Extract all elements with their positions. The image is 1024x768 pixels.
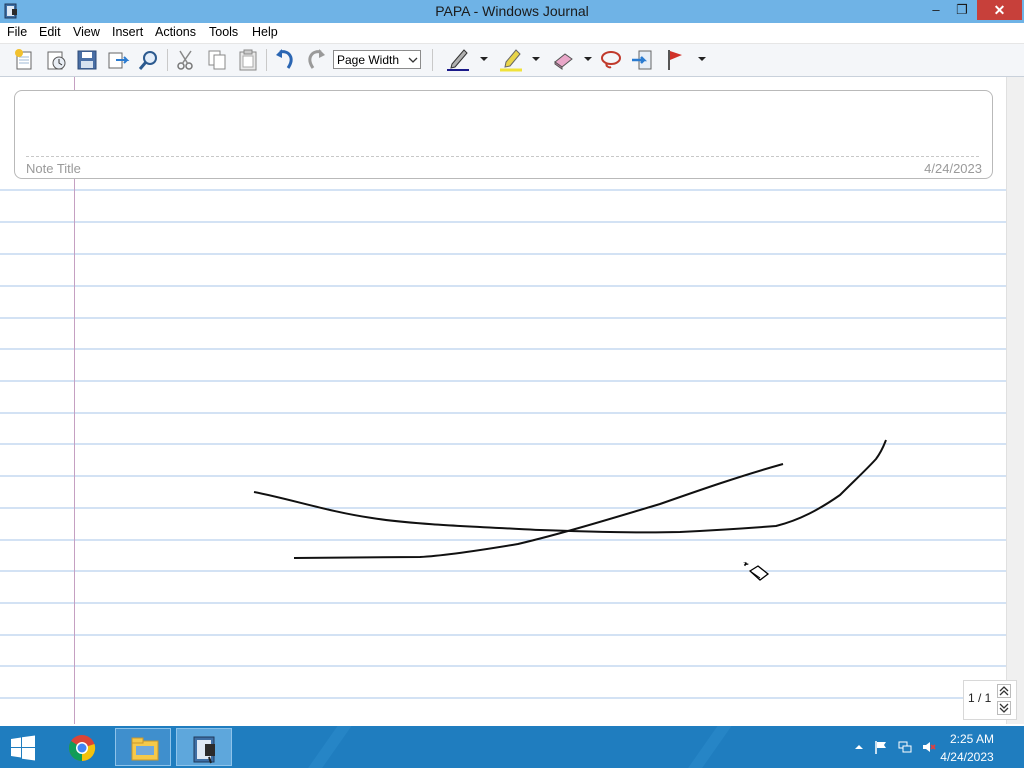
flag-icon[interactable] [664, 48, 688, 72]
highlighter-dropdown-icon[interactable] [531, 54, 541, 64]
note-canvas[interactable]: Note Title 4/24/2023 [0, 77, 1006, 724]
menu-bar: File Edit View Insert Actions Tools Help [0, 23, 1024, 44]
show-hidden-icons-icon[interactable] [852, 740, 866, 754]
taskbar: 2:25 AM 4/24/2023 [0, 726, 1024, 768]
ink-layer [253, 439, 887, 559]
window-title: PAPA - Windows Journal [435, 3, 589, 19]
send-icon[interactable] [106, 48, 130, 72]
new-note-icon[interactable] [12, 48, 36, 72]
title-bar: PAPA - Windows Journal – ❐ ✕ [0, 0, 1024, 23]
taskbar-decoration [295, 726, 359, 768]
chevron-down-icon [408, 57, 418, 63]
toolbar-separator [432, 49, 433, 71]
insert-space-icon[interactable] [630, 48, 654, 72]
menu-actions[interactable]: Actions [155, 25, 196, 39]
close-button[interactable]: ✕ [977, 0, 1022, 20]
taskbar-windows-journal[interactable] [176, 728, 232, 766]
page-navigator: 1 / 1 [963, 680, 1017, 720]
toolbar-separator [167, 49, 168, 71]
page-number: 1 / 1 [968, 691, 992, 705]
restore-button[interactable]: ❐ [948, 0, 976, 21]
clock-time[interactable]: 2:25 AM [942, 732, 1002, 746]
taskbar-file-explorer[interactable] [115, 728, 171, 766]
action-center-flag-icon[interactable] [874, 740, 888, 754]
file-explorer-icon [131, 737, 159, 761]
zoom-select[interactable]: Page Width [333, 50, 421, 69]
menu-insert[interactable]: Insert [112, 25, 143, 39]
menu-help[interactable]: Help [252, 25, 278, 39]
page-down-icon[interactable] [997, 701, 1011, 715]
ink-stroke[interactable] [293, 463, 784, 559]
paste-icon[interactable] [236, 48, 260, 72]
menu-view[interactable]: View [73, 25, 100, 39]
eraser-dropdown-icon[interactable] [583, 54, 593, 64]
taskbar-chrome[interactable] [54, 728, 110, 766]
clock-date[interactable]: 4/24/2023 [932, 750, 1002, 764]
network-icon[interactable] [898, 740, 912, 754]
toolbar [0, 44, 1024, 116]
lasso-icon[interactable] [599, 48, 623, 72]
redo-icon[interactable] [304, 48, 328, 72]
save-icon[interactable] [75, 48, 99, 72]
pen-icon[interactable] [446, 48, 470, 72]
menu-tools[interactable]: Tools [209, 25, 238, 39]
highlighter-icon[interactable] [499, 48, 523, 72]
eraser-cursor-icon [743, 561, 770, 581]
undo-icon[interactable] [273, 48, 297, 72]
taskbar-decoration [675, 726, 739, 768]
vertical-scrollbar[interactable] [1006, 77, 1024, 724]
windows-journal-icon [193, 736, 215, 764]
flag-dropdown-icon[interactable] [697, 54, 707, 64]
open-icon[interactable] [44, 48, 68, 72]
ink-stroke[interactable] [253, 439, 887, 534]
pen-dropdown-icon[interactable] [479, 54, 489, 64]
find-icon[interactable] [137, 48, 161, 72]
menu-file[interactable]: File [7, 25, 27, 39]
chrome-icon [68, 735, 96, 762]
copy-icon[interactable] [205, 48, 229, 72]
start-button-icon[interactable] [10, 735, 36, 761]
zoom-select-value: Page Width [337, 53, 400, 67]
minimize-button[interactable]: – [922, 0, 950, 21]
toolbar-separator [266, 49, 267, 71]
eraser-icon[interactable] [551, 48, 575, 72]
cut-icon[interactable] [174, 48, 198, 72]
page-up-icon[interactable] [997, 684, 1011, 698]
menu-edit[interactable]: Edit [39, 25, 61, 39]
